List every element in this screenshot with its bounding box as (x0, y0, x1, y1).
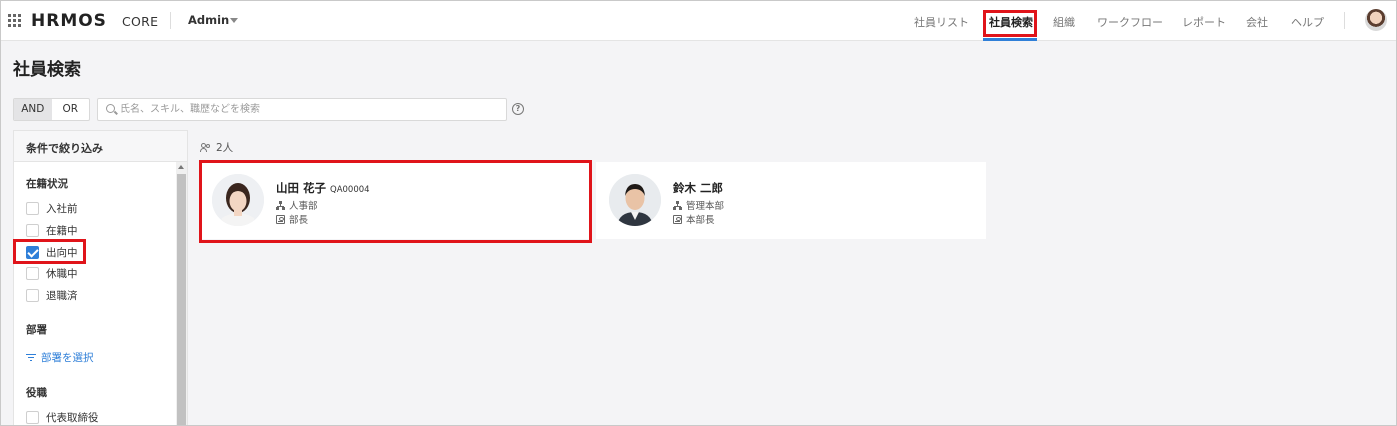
filter-icon (26, 353, 36, 362)
nav-employee-search[interactable]: 社員検索 (989, 14, 1033, 30)
nav-help[interactable]: ヘルプ (1291, 14, 1324, 30)
checkbox-label: 在籍中 (46, 225, 78, 237)
search-input[interactable] (120, 101, 500, 118)
result-count: 2人 (200, 140, 233, 155)
app-window: HRMOS CORE Admin 社員リスト 社員検索 組織 ワークフロー レポ… (0, 0, 1397, 426)
employee-department: 人事部 (276, 198, 318, 212)
employee-name-line: 山田 花子 QA00004 (276, 180, 370, 196)
org-chart-icon (276, 200, 285, 210)
status-option-retired[interactable]: 退職済 (26, 288, 78, 303)
employee-photo (212, 174, 264, 226)
select-department-label: 部署を選択 (41, 352, 94, 364)
status-section-title: 在籍状況 (26, 178, 68, 190)
department-label: 人事部 (289, 201, 318, 212)
header-divider (170, 12, 171, 29)
filter-title: 条件で絞り込み (14, 131, 187, 162)
checkbox[interactable] (26, 224, 39, 237)
top-header: HRMOS CORE Admin 社員リスト 社員検索 組織 ワークフロー レポ… (1, 1, 1396, 41)
checkbox-label: 代表取締役 (46, 412, 99, 424)
status-option-pre-hire[interactable]: 入社前 (26, 201, 78, 216)
scrollbar-thumb[interactable] (177, 174, 186, 425)
page-title: 社員検索 (13, 60, 81, 80)
select-department-link[interactable]: 部署を選択 (26, 350, 94, 365)
result-count-label: 2人 (216, 142, 234, 154)
org-chart-icon (673, 200, 682, 210)
employee-code: QA00004 (330, 185, 370, 195)
employee-name: 山田 花子 (276, 181, 327, 195)
and-or-toggle: AND OR (13, 98, 90, 121)
user-avatar[interactable] (1365, 9, 1387, 31)
checkbox-checked[interactable] (26, 246, 39, 259)
scroll-up-icon[interactable] (178, 165, 184, 169)
nav-workflow[interactable]: ワークフロー (1097, 14, 1163, 30)
header-divider-right (1344, 12, 1345, 29)
sidebar-scrollbar[interactable] (176, 162, 187, 425)
people-icon (200, 142, 212, 153)
checkbox[interactable] (26, 411, 39, 424)
status-option-active[interactable]: 在籍中 (26, 223, 78, 238)
chevron-down-icon[interactable] (230, 18, 238, 23)
status-option-on-leave[interactable]: 休職中 (26, 266, 78, 281)
position-label: 部長 (289, 215, 309, 226)
logo-product-name: CORE (122, 14, 159, 29)
id-badge-icon (276, 214, 285, 224)
checkbox[interactable] (26, 202, 39, 215)
checkbox-label: 出向中 (46, 247, 78, 259)
account-switcher[interactable]: Admin (188, 13, 229, 27)
help-icon[interactable]: ? (512, 103, 524, 115)
employee-card[interactable]: 鈴木 二郎 管理本部 本部長 (596, 162, 986, 239)
logo[interactable]: HRMOS (31, 11, 107, 31)
status-option-seconded[interactable]: 出向中 (26, 245, 78, 260)
nav-company[interactable]: 会社 (1246, 14, 1268, 30)
employee-position: 部長 (276, 212, 308, 226)
id-badge-icon (673, 214, 682, 224)
or-option[interactable]: OR (52, 99, 90, 120)
nav-organization[interactable]: 組織 (1053, 14, 1075, 30)
employee-position: 本部長 (673, 212, 715, 226)
employee-card[interactable]: 山田 花子 QA00004 人事部 部長 (199, 162, 589, 239)
checkbox[interactable] (26, 267, 39, 280)
nav-employee-list[interactable]: 社員リスト (914, 14, 969, 30)
employee-name: 鈴木 二郎 (673, 181, 724, 195)
checkbox-label: 休職中 (46, 268, 78, 280)
search-box (97, 98, 507, 121)
and-option[interactable]: AND (14, 99, 52, 120)
filter-sidebar: 条件で絞り込み 在籍状況 入社前 在籍中 出向中 休職中 退職済 部署 部署を選… (13, 130, 188, 425)
role-section-title: 役職 (26, 387, 47, 399)
position-label: 本部長 (686, 215, 715, 226)
active-tab-indicator (983, 38, 1037, 41)
checkbox-label: 退職済 (46, 290, 78, 302)
checkbox-label: 入社前 (46, 203, 78, 215)
department-section-title: 部署 (26, 324, 47, 336)
app-grid-icon[interactable] (8, 14, 21, 27)
department-label: 管理本部 (686, 201, 725, 212)
employee-photo (609, 174, 661, 226)
nav-report[interactable]: レポート (1182, 14, 1226, 30)
checkbox[interactable] (26, 289, 39, 302)
search-icon (106, 104, 115, 113)
role-option-ceo[interactable]: 代表取締役 (26, 410, 99, 425)
employee-name-line: 鈴木 二郎 (673, 180, 727, 196)
employee-department: 管理本部 (673, 198, 724, 212)
